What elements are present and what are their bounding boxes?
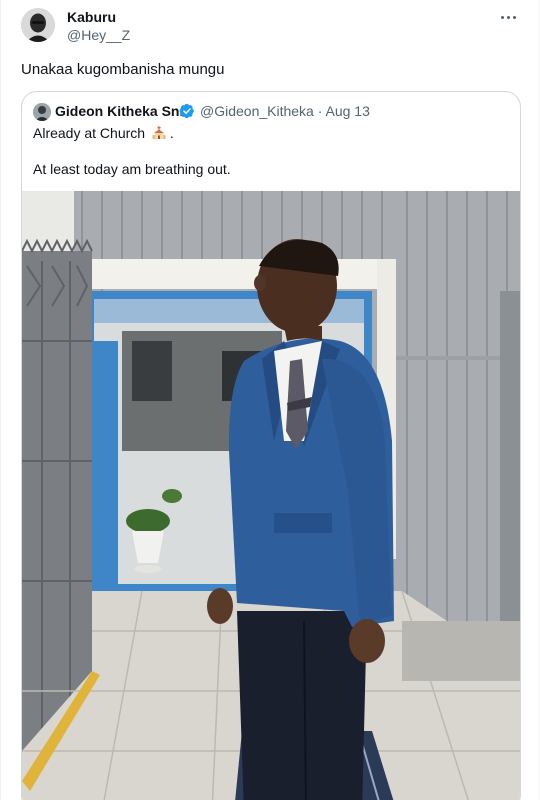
author-avatar[interactable]: [21, 8, 55, 42]
more-dot: [512, 15, 516, 19]
attached-photo[interactable]: [22, 191, 521, 800]
more-options-button[interactable]: [497, 6, 519, 28]
quoted-line1-text: Already at Church: [33, 125, 146, 141]
quoted-author-avatar[interactable]: [33, 103, 51, 121]
more-horizontal-icon: [500, 15, 504, 19]
author-name[interactable]: Kaburu: [67, 9, 116, 25]
quoted-tweet[interactable]: Gideon Kitheka Snr @Gideon_Kitheka · Aug…: [21, 91, 521, 800]
quoted-author-name[interactable]: Gideon Kitheka Snr: [55, 103, 185, 119]
tweet-text: Unakaa kugombanisha mungu: [21, 61, 225, 78]
quoted-tweet-line2: At least today am breathing out.: [33, 161, 231, 177]
verified-badge-icon: [179, 103, 194, 119]
quoted-author-handle-date[interactable]: @Gideon_Kitheka · Aug 13: [200, 103, 370, 119]
quoted-tweet-line1: Already at Church .: [33, 125, 174, 141]
quoted-line1-suffix: .: [169, 125, 174, 141]
tweet-card: Kaburu @Hey__Z Unakaa kugombanisha mungu…: [0, 0, 540, 800]
author-handle[interactable]: @Hey__Z: [67, 27, 130, 43]
more-dot: [506, 15, 510, 19]
church-icon: [152, 126, 166, 139]
